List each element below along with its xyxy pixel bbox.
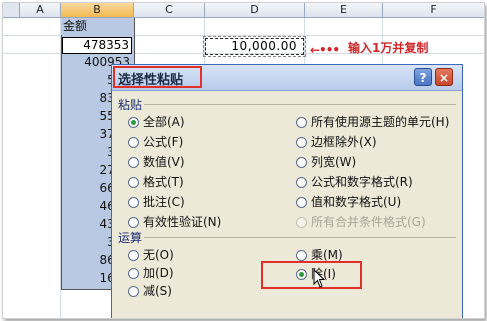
option-label: 加(D) (143, 266, 174, 280)
annotation-text: 输入1万并复制 (348, 41, 429, 55)
radio-icon (296, 250, 307, 261)
paste-formulas-number-formats-option[interactable]: 公式和数字格式(R) (296, 175, 413, 190)
column-header-e[interactable]: E (305, 3, 383, 18)
radio-icon (128, 157, 139, 168)
option-label: 乘(M) (311, 248, 343, 262)
operation-subtract-option[interactable]: 减(S) (128, 284, 172, 299)
paste-validation-option[interactable]: 有效性验证(N) (128, 215, 221, 230)
divide-highlight-box (261, 261, 362, 289)
radio-icon (128, 286, 139, 297)
option-label: 值和数字格式(U) (311, 195, 402, 209)
radio-icon (296, 117, 307, 128)
radio-icon (296, 137, 307, 148)
annotation-arrow: ←••• (310, 43, 340, 57)
option-label: 公式和数字格式(R) (311, 175, 413, 189)
option-label: 列宽(W) (311, 155, 357, 169)
option-label: 有效性验证(N) (143, 215, 222, 229)
title-highlight-box (113, 66, 202, 88)
active-cell[interactable]: 478353 (62, 37, 132, 54)
option-label: 减(S) (143, 284, 172, 298)
paste-source-theme-option[interactable]: 所有使用源主题的单元(H) (296, 115, 449, 130)
help-button[interactable]: ? (414, 68, 432, 86)
select-all-corner[interactable] (3, 3, 20, 18)
radio-icon (296, 157, 307, 168)
paste-values-number-formats-option[interactable]: 值和数字格式(U) (296, 195, 401, 210)
mouse-cursor-icon (313, 269, 325, 288)
column-header-a[interactable]: A (20, 3, 61, 18)
close-button[interactable]: × (435, 68, 453, 86)
column-header-f[interactable]: F (383, 3, 484, 18)
radio-icon (296, 217, 307, 228)
radio-selected-icon (128, 117, 139, 128)
radio-icon (128, 217, 139, 228)
radio-icon (128, 268, 139, 279)
section-divider (144, 237, 456, 238)
column-header-c[interactable]: C (134, 3, 205, 18)
radio-icon (128, 137, 139, 148)
operation-none-option[interactable]: 无(O) (128, 248, 174, 263)
radio-icon (128, 250, 139, 261)
option-label: 所有合并条件格式(G) (311, 215, 426, 229)
paste-merge-conditional-formats-option: 所有合并条件格式(G) (296, 215, 426, 230)
radio-icon (296, 177, 307, 188)
paste-all-option[interactable]: 全部(A) (128, 115, 185, 130)
radio-icon (296, 197, 307, 208)
paste-column-widths-option[interactable]: 列宽(W) (296, 155, 356, 170)
option-label: 所有使用源主题的单元(H) (311, 115, 450, 129)
paste-comments-option[interactable]: 批注(C) (128, 195, 185, 210)
column-header-b[interactable]: B (61, 3, 134, 18)
option-label: 全部(A) (143, 115, 185, 129)
paste-formats-option[interactable]: 格式(T) (128, 175, 184, 190)
column-header-d[interactable]: D (205, 3, 305, 18)
section-divider (144, 104, 456, 105)
paste-no-borders-option[interactable]: 边框除外(X) (296, 135, 377, 150)
copied-cell[interactable]: 10,000.00 (203, 36, 306, 57)
paste-section-label: 粘贴 (118, 98, 143, 112)
radio-icon (128, 177, 139, 188)
radio-icon (128, 197, 139, 208)
option-label: 格式(T) (143, 175, 184, 189)
operation-section-label: 运算 (118, 231, 143, 245)
option-label: 无(O) (143, 248, 174, 262)
paste-formulas-option[interactable]: 公式(F) (128, 135, 183, 150)
option-label: 批注(C) (143, 195, 185, 209)
option-label: 数值(V) (143, 155, 185, 169)
paste-values-option[interactable]: 数值(V) (128, 155, 185, 170)
screenshot-frame: A B C D E F 金额 478353 400953 556 8371 55… (2, 2, 485, 319)
option-label: 边框除外(X) (311, 135, 377, 149)
dialog-titlebar[interactable]: 选择性粘贴 ? × (112, 65, 462, 91)
option-label: 公式(F) (143, 135, 184, 149)
header-cell-amount[interactable]: 金额 (61, 18, 133, 35)
operation-add-option[interactable]: 加(D) (128, 266, 174, 281)
